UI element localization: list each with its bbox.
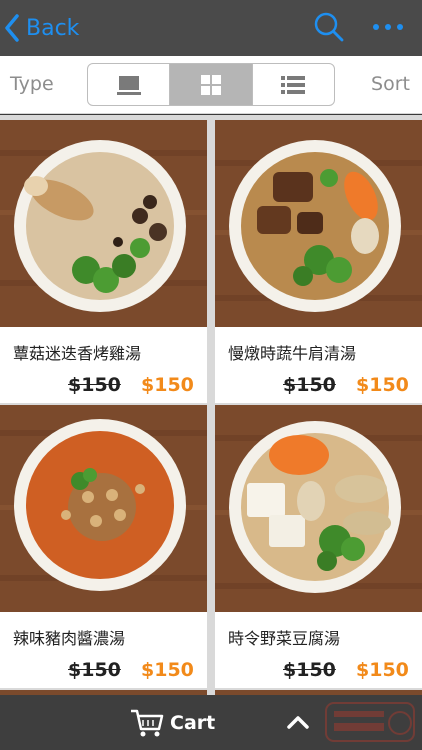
product-image[interactable] xyxy=(0,120,207,327)
product-name: 蕈菇迷迭香烤雞湯 xyxy=(13,344,142,363)
back-button[interactable]: Back xyxy=(4,12,79,44)
view-mode-selector xyxy=(87,63,335,106)
sale-price: $150 xyxy=(356,659,409,681)
product-card[interactable]: 辣味豬肉醬濃湯 $150 $150 xyxy=(0,405,207,688)
search-icon xyxy=(314,12,344,42)
original-price: $150 xyxy=(68,374,121,396)
sale-price: $150 xyxy=(141,374,194,396)
product-grid: 蕈菇迷迭香烤雞湯 $150 $150 慢燉時蔬牛肩清湯 $150 $150 辣味… xyxy=(0,115,422,695)
sale-price: $150 xyxy=(356,374,409,396)
cart-button[interactable]: Cart xyxy=(130,707,215,739)
chevron-up-icon xyxy=(287,716,309,729)
dot-icon xyxy=(397,24,403,30)
more-options-button[interactable] xyxy=(368,14,408,40)
expand-up-button[interactable] xyxy=(286,711,310,733)
dot-icon xyxy=(385,24,391,30)
single-view-button[interactable] xyxy=(88,64,171,105)
product-card[interactable]: 慢燉時蔬牛肩清湯 $150 $150 xyxy=(215,120,422,403)
search-button[interactable] xyxy=(312,10,346,44)
product-name: 慢燉時蔬牛肩清湯 xyxy=(228,344,357,363)
filter-bar: Type Sort xyxy=(0,56,422,114)
chevron-left-icon xyxy=(5,14,19,42)
sort-button[interactable]: Sort xyxy=(371,73,410,95)
sale-price: $150 xyxy=(141,659,194,681)
product-image[interactable] xyxy=(215,120,422,327)
cart-label: Cart xyxy=(170,712,216,734)
product-card[interactable]: 蕈菇迷迭香烤雞湯 $150 $150 xyxy=(0,120,207,403)
original-price: $150 xyxy=(283,374,336,396)
cart-icon xyxy=(131,709,164,737)
grid-view-button[interactable] xyxy=(170,64,253,105)
original-price: $150 xyxy=(283,659,336,681)
list-view-button[interactable] xyxy=(253,64,334,105)
brand-watermark-logo xyxy=(322,699,418,745)
product-image[interactable] xyxy=(0,405,207,612)
single-view-icon xyxy=(116,75,141,95)
product-name: 時令野菜豆腐湯 xyxy=(228,629,341,648)
grid-view-icon xyxy=(200,74,221,95)
back-label: Back xyxy=(26,15,80,41)
bottom-bar: Cart xyxy=(0,695,422,750)
product-name: 辣味豬肉醬濃湯 xyxy=(13,629,126,648)
product-image[interactable] xyxy=(215,405,422,612)
original-price: $150 xyxy=(68,659,121,681)
top-navigation-bar: Back xyxy=(0,0,422,56)
type-label: Type xyxy=(10,73,54,95)
product-card[interactable]: 時令野菜豆腐湯 $150 $150 xyxy=(215,405,422,688)
dot-icon xyxy=(373,24,379,30)
list-view-icon xyxy=(281,75,306,94)
